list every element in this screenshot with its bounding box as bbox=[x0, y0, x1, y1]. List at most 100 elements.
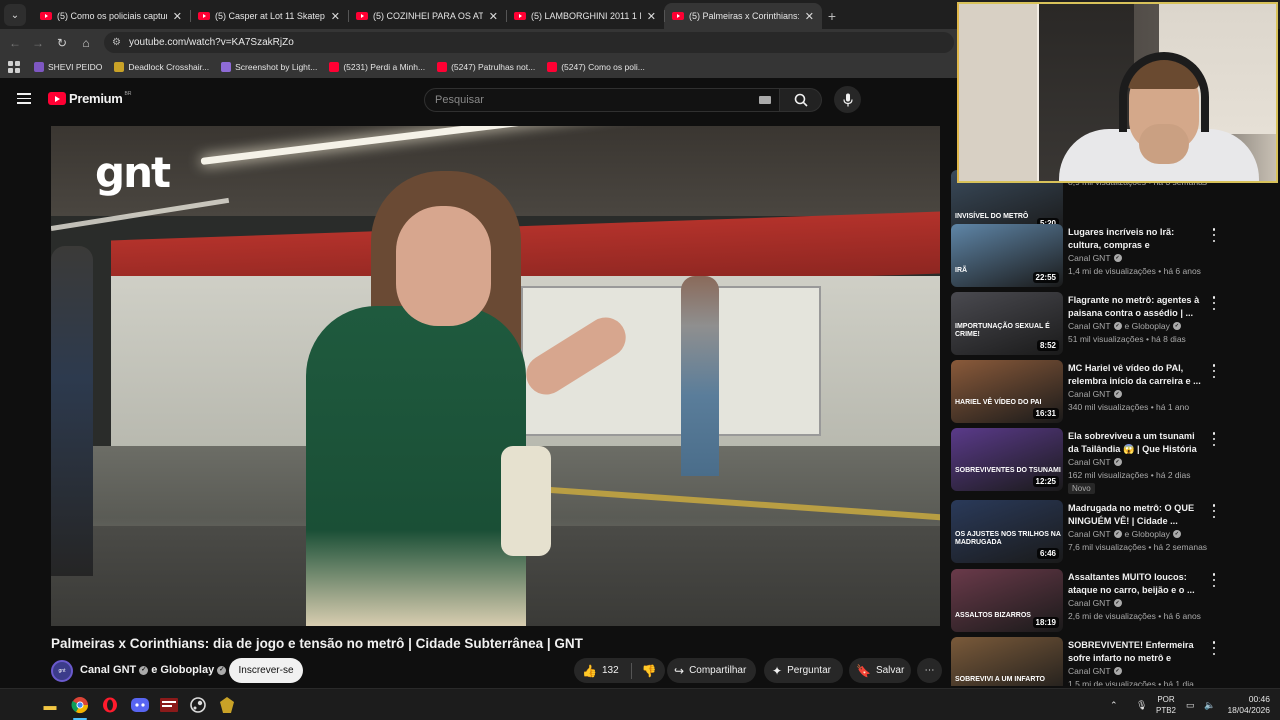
video-thumbnail[interactable]: OS AJUSTES NOS TRILHOS NA MADRUGADA 6:46 bbox=[951, 500, 1063, 563]
related-video-channel[interactable]: Canal GNT ✓ bbox=[1068, 598, 1122, 608]
site-info-icon[interactable]: ⚙ bbox=[112, 37, 121, 48]
bookmark-label: Screenshot by Light... bbox=[235, 62, 318, 72]
view-count: 340 mil visualizações bbox=[1068, 402, 1149, 412]
related-video-channel[interactable]: Canal GNT✓e Globoplay✓ bbox=[1068, 529, 1181, 539]
dislike-icon[interactable]: 👎 bbox=[642, 664, 657, 678]
browser-tab[interactable]: (5) Casper at Lot 11 Skatepark | ✕ bbox=[190, 3, 348, 29]
clock[interactable]: 00:46 18/04/2026 bbox=[1222, 689, 1270, 720]
back-button[interactable]: ← bbox=[3, 31, 27, 55]
more-options-icon[interactable] bbox=[1210, 573, 1218, 587]
related-video-channel[interactable]: Canal GNT ✓ bbox=[1068, 389, 1122, 399]
more-actions-button[interactable]: ⋯ bbox=[917, 658, 942, 683]
related-video-channel[interactable]: Canal GNT ✓ bbox=[1068, 666, 1122, 676]
time: 00:46 bbox=[1248, 694, 1270, 704]
related-video-item[interactable]: IRÃ 22:55 Lugares incríveis no Irã: cultur… bbox=[950, 224, 1280, 290]
bookmark-favicon-icon bbox=[329, 62, 340, 72]
subscribe-button[interactable]: Inscrever-se bbox=[229, 658, 303, 683]
related-video-item[interactable]: HARIEL VÊ VÍDEO DO PAI 16:31 MC Hariel vê … bbox=[950, 360, 1280, 426]
related-video-channel[interactable]: Canal GNT ✓ bbox=[1068, 253, 1122, 263]
voice-search-button[interactable] bbox=[834, 86, 861, 113]
forward-button[interactable]: → bbox=[26, 31, 50, 55]
more-options-icon[interactable] bbox=[1210, 228, 1218, 242]
menu-icon[interactable] bbox=[17, 93, 31, 104]
related-video-item[interactable]: SOBREVIVENTES DO TSUNAMI 12:25 Ela sobrevi… bbox=[950, 428, 1280, 494]
tray-overflow-icon[interactable]: ⌃ bbox=[1110, 689, 1118, 720]
video-thumbnail[interactable]: SOBREVIVI A UM INFARTO bbox=[951, 637, 1063, 686]
related-video-title[interactable]: Lugares incríveis no Irã: cultura, compr… bbox=[1068, 226, 1202, 252]
bookmark-item[interactable]: Screenshot by Light... bbox=[221, 62, 317, 72]
channel-avatar[interactable]: gnt bbox=[51, 660, 73, 682]
browser-tab[interactable]: (5) Como os policiais capturaram ✕ bbox=[32, 3, 190, 29]
search-input[interactable]: Pesquisar bbox=[424, 88, 780, 112]
reload-button[interactable]: ↻ bbox=[50, 31, 74, 55]
ask-button[interactable]: ✦ Perguntar bbox=[764, 658, 843, 683]
steam-icon[interactable] bbox=[188, 695, 208, 715]
keyboard-icon[interactable] bbox=[759, 96, 771, 104]
video-thumbnail[interactable]: IMPORTUNAÇÃO SEXUAL É CRIME! 8:52 bbox=[951, 292, 1063, 355]
related-video-title[interactable]: SOBREVIVENTE! Enfermeira sofre infarto n… bbox=[1068, 639, 1202, 665]
related-video-item[interactable]: IMPORTUNAÇÃO SEXUAL É CRIME! 8:52 Flagrant… bbox=[950, 292, 1280, 358]
close-tab-icon[interactable]: ✕ bbox=[805, 10, 814, 23]
share-button[interactable]: ↪ Compartilhar bbox=[667, 658, 756, 683]
channel-name-text: Canal GNT bbox=[1068, 666, 1111, 676]
more-options-icon[interactable] bbox=[1210, 296, 1218, 310]
close-tab-icon[interactable]: ✕ bbox=[173, 10, 182, 23]
related-video-item[interactable]: ASSALTOS BIZARROS 18:19 Assaltantes MUITO … bbox=[950, 569, 1280, 635]
youtube-logo[interactable]: Premium BR bbox=[48, 91, 131, 106]
related-video-item[interactable]: SOBREVIVI A UM INFARTO SOBREVIVENTE! Enfe… bbox=[950, 637, 1280, 686]
video-thumbnail[interactable]: ASSALTOS BIZARROS 18:19 bbox=[951, 569, 1063, 632]
save-button[interactable]: 🔖 Salvar bbox=[849, 658, 911, 683]
related-video-title[interactable]: Assaltantes MUITO loucos: ataque no carr… bbox=[1068, 571, 1202, 597]
related-video-title[interactable]: Flagrante no metrô: agentes à paisana co… bbox=[1068, 294, 1202, 320]
file-explorer-icon[interactable]: ▬ bbox=[40, 695, 60, 715]
like-icon[interactable]: 👍 bbox=[582, 664, 597, 678]
new-tab-button[interactable]: + bbox=[822, 3, 842, 29]
video-scene-person bbox=[681, 276, 719, 476]
bookmark-item[interactable]: SHEVI PEIDO bbox=[34, 62, 102, 72]
like-count[interactable]: 132 bbox=[602, 665, 619, 676]
video-player[interactable]: gnt bbox=[51, 126, 940, 626]
channel-watermark: gnt bbox=[95, 148, 171, 197]
tab-search-button[interactable]: ⌄ bbox=[4, 4, 26, 26]
discord-icon[interactable] bbox=[130, 695, 150, 715]
chrome-icon[interactable] bbox=[70, 695, 90, 715]
media-icon[interactable] bbox=[159, 695, 179, 715]
browser-tab[interactable]: (5) Palmeiras x Corinthians: dia ✕ bbox=[664, 3, 822, 29]
video-thumbnail[interactable]: IRÃ 22:55 bbox=[951, 224, 1063, 287]
more-options-icon[interactable] bbox=[1210, 364, 1218, 378]
tab-title: (5) Como os policiais capturaram bbox=[57, 11, 167, 21]
close-tab-icon[interactable]: ✕ bbox=[331, 10, 340, 23]
related-video-title[interactable]: Ela sobreviveu a um tsunami da Tailândia… bbox=[1068, 430, 1202, 456]
address-bar[interactable]: ⚙ youtube.com/watch?v=KA7SzakRjZo bbox=[104, 32, 954, 53]
bookmark-item[interactable]: (5231) Perdi a Minh... bbox=[329, 62, 425, 72]
related-video-item[interactable]: OS AJUSTES NOS TRILHOS NA MADRUGADA 6:46 M… bbox=[950, 500, 1280, 566]
related-video-title[interactable]: Madrugada no metrô: O QUE NINGUÉM VÊ! | … bbox=[1068, 502, 1202, 528]
opera-icon[interactable] bbox=[100, 695, 120, 715]
search-button[interactable] bbox=[780, 88, 822, 112]
like-dislike-group: 👍 132 👎 bbox=[574, 658, 665, 683]
app-icon[interactable] bbox=[217, 695, 237, 715]
apps-icon[interactable] bbox=[8, 61, 20, 73]
home-button[interactable]: ⌂ bbox=[74, 31, 98, 55]
channel-name[interactable]: Canal GNT ✓ e Globoplay ✓ bbox=[80, 664, 227, 676]
network-icon[interactable]: ▭ bbox=[1186, 689, 1195, 720]
microphone-tray-icon[interactable]: 🎙 bbox=[1136, 689, 1147, 720]
more-options-icon[interactable] bbox=[1210, 432, 1218, 446]
bookmark-item[interactable]: (5247) Como os poli... bbox=[547, 62, 645, 72]
more-options-icon[interactable] bbox=[1210, 641, 1218, 655]
more-options-icon[interactable] bbox=[1210, 504, 1218, 518]
close-tab-icon[interactable]: ✕ bbox=[647, 10, 656, 23]
related-video-channel[interactable]: Canal GNT ✓ bbox=[1068, 457, 1122, 467]
video-thumbnail[interactable]: SOBREVIVENTES DO TSUNAMI 12:25 bbox=[951, 428, 1063, 491]
browser-tab[interactable]: (5) LAMBORGHINI 2011 1 MILH ✕ bbox=[506, 3, 664, 29]
browser-tab[interactable]: (5) COZINHEI PARA OS ATLETAS ✕ bbox=[348, 3, 506, 29]
volume-icon[interactable]: 🔈 bbox=[1204, 689, 1215, 720]
start-icon[interactable] bbox=[12, 697, 28, 713]
input-language[interactable]: POR PTB2 bbox=[1156, 689, 1176, 720]
related-video-title[interactable]: MC Hariel vê vídeo do PAI, relembra iníc… bbox=[1068, 362, 1202, 388]
bookmark-item[interactable]: (5247) Patrulhas not... bbox=[437, 62, 535, 72]
related-video-channel[interactable]: Canal GNT✓e Globoplay✓ bbox=[1068, 321, 1181, 331]
video-thumbnail[interactable]: HARIEL VÊ VÍDEO DO PAI 16:31 bbox=[951, 360, 1063, 423]
bookmark-item[interactable]: Deadlock Crosshair... bbox=[114, 62, 209, 72]
close-tab-icon[interactable]: ✕ bbox=[489, 10, 498, 23]
